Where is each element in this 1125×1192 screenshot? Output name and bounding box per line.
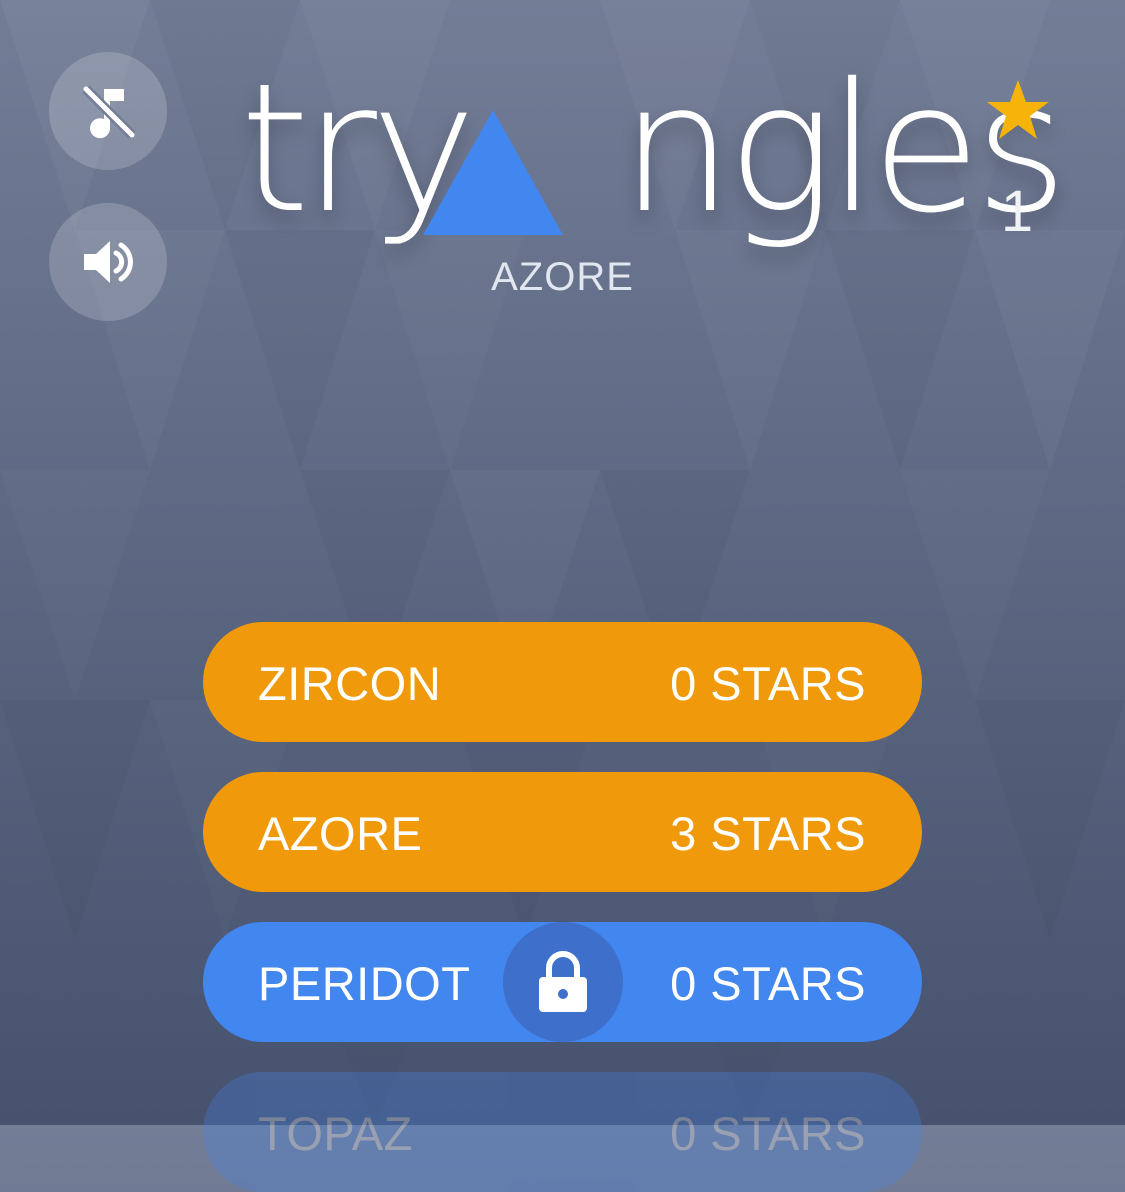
star-counter (975, 78, 1060, 146)
world-name: TOPAZ (258, 1107, 413, 1160)
star-icon (986, 80, 1049, 139)
world-stars: 0 STARS (670, 1107, 866, 1160)
world-name: AZORE (258, 807, 423, 860)
game-logo: try ngles (240, 60, 1068, 280)
world-button-zircon[interactable]: ZIRCON 0 STARS (203, 622, 922, 742)
world-button-peridot[interactable]: PERIDOT 0 STARS (203, 922, 922, 1042)
current-world-label: AZORE (491, 255, 634, 299)
world-stars: 3 STARS (670, 807, 866, 860)
sound-toggle-button[interactable] (49, 203, 167, 321)
star-count: 1 (1000, 179, 1034, 244)
music-toggle-button[interactable] (49, 52, 167, 170)
world-name: ZIRCON (258, 657, 442, 710)
lock-badge (503, 922, 623, 1042)
lock-icon (539, 951, 587, 1012)
world-button-topaz[interactable]: TOPAZ 0 STARS (203, 1072, 922, 1192)
world-name: PERIDOT (258, 957, 471, 1010)
world-button-azore[interactable]: AZORE 3 STARS (203, 772, 922, 892)
music-off-icon (82, 85, 136, 139)
world-stars: 0 STARS (670, 957, 866, 1010)
logo-text: try ngles (240, 60, 1068, 238)
world-stars: 0 STARS (670, 657, 866, 710)
logo-triangle-icon (423, 110, 563, 235)
speaker-icon (84, 241, 133, 283)
